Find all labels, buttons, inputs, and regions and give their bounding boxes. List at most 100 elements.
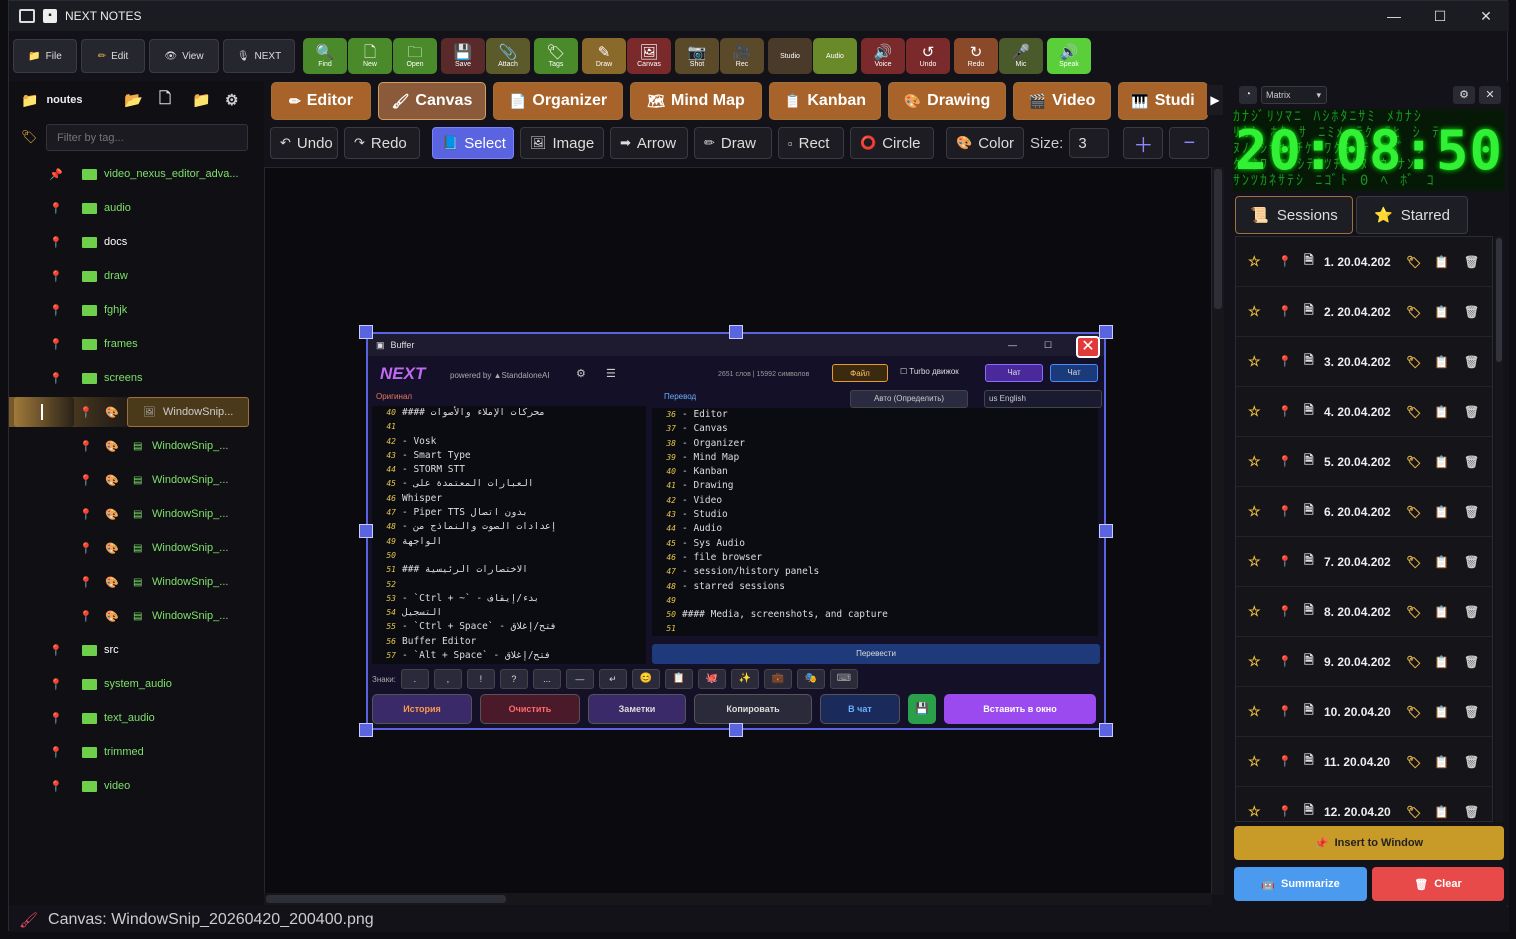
tag-icon[interactable]: 🏷 xyxy=(1406,405,1421,419)
tabs-scroll-right-icon[interactable]: ▶ xyxy=(1207,85,1223,115)
folder-item[interactable]: 📍 frames xyxy=(9,329,264,359)
toolbar-button-voice[interactable]: 🔊 Voice xyxy=(861,38,905,74)
pin-icon[interactable]: 📍 xyxy=(49,746,63,759)
tab-canvas[interactable]: 🖌 Canvas xyxy=(378,82,486,120)
tool-image[interactable]: 🖼 Image xyxy=(520,127,604,159)
canvas-vscrollbar[interactable] xyxy=(1212,167,1224,895)
tool-circle[interactable]: ⭕ Circle xyxy=(850,127,934,159)
toolbar-button-tags[interactable]: 🏷 Tags xyxy=(534,38,578,74)
trash-icon[interactable]: 🗑 xyxy=(1464,555,1479,569)
maximize-button[interactable]: ☐ xyxy=(1417,1,1463,31)
tool-color[interactable]: 🎨 Color xyxy=(946,127,1024,159)
clipboard-icon[interactable]: 📋 xyxy=(1434,655,1449,669)
clipboard-icon[interactable]: 📋 xyxy=(1434,305,1449,319)
pin-icon[interactable]: 📍 xyxy=(1278,505,1292,518)
pin-icon[interactable]: 📍 xyxy=(49,712,63,725)
toolbar-button-canvas[interactable]: 🖼 Canvas xyxy=(627,38,671,74)
clipboard-icon[interactable]: 📋 xyxy=(1434,505,1449,519)
open-folder-icon[interactable]: 📂 xyxy=(124,91,143,109)
toolbar-button-audio[interactable]: Audio xyxy=(813,38,857,74)
file-item[interactable]: 📍 🎨 ▤ WindowSnip_... xyxy=(9,431,264,461)
toolbar-button-shot[interactable]: 📷 Shot xyxy=(675,38,719,74)
new-folder-icon[interactable]: 📁 xyxy=(192,91,211,109)
pin-icon[interactable]: 📍 xyxy=(79,610,93,623)
file-item[interactable]: 📍 🎨 ▤ WindowSnip_... xyxy=(9,499,264,529)
tag-filter-input[interactable] xyxy=(46,124,248,151)
minimize-button[interactable]: — xyxy=(1371,1,1417,31)
resize-handle-t[interactable] xyxy=(729,325,743,339)
star-icon[interactable]: ☆ xyxy=(1248,253,1261,270)
clear-button[interactable]: 🗑 Clear xyxy=(1372,867,1504,901)
session-row[interactable]: ☆ 📍 🗎 1. 20.04.202 🏷 📋 🗑 xyxy=(1236,237,1492,287)
trash-icon[interactable]: 🗑 xyxy=(1464,655,1479,669)
folder-item[interactable]: 📍 docs xyxy=(9,227,264,257)
tag-icon[interactable]: 🏷 xyxy=(1406,755,1421,769)
tool-arrow[interactable]: ➡ Arrow xyxy=(610,127,688,159)
toolbar-button-new[interactable]: 🗋 New xyxy=(348,38,392,74)
clipboard-icon[interactable]: 📋 xyxy=(1434,605,1449,619)
folder-item[interactable]: 📍 text_audio xyxy=(9,703,264,733)
tab-sessions[interactable]: 📜 Sessions xyxy=(1235,196,1353,234)
toolbar-button-studio[interactable]: Studio xyxy=(768,38,812,74)
zoom-out-button[interactable]: − xyxy=(1169,127,1210,159)
tool-select[interactable]: 📘 Select xyxy=(432,127,514,159)
toolbar-button-open[interactable]: 🗀 Open xyxy=(393,38,437,74)
pin-icon[interactable]: 📍 xyxy=(49,270,63,283)
star-icon[interactable]: ☆ xyxy=(1248,403,1261,420)
toolbar-button-save[interactable]: 💾 Save xyxy=(441,38,485,74)
star-icon[interactable]: ☆ xyxy=(1248,553,1261,570)
pin-icon[interactable]: 📍 xyxy=(49,236,63,249)
toolbar-button-find[interactable]: 🔍 Find xyxy=(303,38,347,74)
tool-draw[interactable]: ✏ Draw xyxy=(694,127,772,159)
gear-icon[interactable]: ⚙ xyxy=(225,91,238,109)
tag-icon[interactable]: 🏷 xyxy=(1406,355,1421,369)
tag-icon[interactable]: 🏷 xyxy=(1406,555,1421,569)
pin-icon[interactable]: 📍 xyxy=(49,372,63,385)
panel-settings-icon[interactable]: ⚙ xyxy=(1453,86,1475,104)
session-row[interactable]: ☆ 📍 🗎 11. 20.04.20 🏷 📋 🗑 xyxy=(1236,737,1492,787)
theme-select[interactable]: Matrix ▾ xyxy=(1261,86,1327,104)
trash-icon[interactable]: 🗑 xyxy=(1464,505,1479,519)
pin-icon[interactable]: 📍 xyxy=(79,576,93,589)
tab-kanban[interactable]: 📋 Kanban xyxy=(769,82,881,120)
toolbar-button-rec[interactable]: 🎥 Rec xyxy=(720,38,764,74)
tab-editor[interactable]: ✏ Editor xyxy=(271,82,371,120)
file-item[interactable]: 📍 🎨 ▤ WindowSnip_... xyxy=(9,567,264,597)
resize-handle-r[interactable] xyxy=(1099,524,1113,538)
pin-icon[interactable]: 📍 xyxy=(79,440,93,453)
pin-icon[interactable]: 📍 xyxy=(1278,305,1292,318)
session-row[interactable]: ☆ 📍 🗎 5. 20.04.202 🏷 📋 🗑 xyxy=(1236,437,1492,487)
tab-drawing[interactable]: 🎨 Drawing xyxy=(888,82,1006,120)
pin-icon[interactable]: 📍 xyxy=(1278,605,1292,618)
size-spinbox[interactable]: 3 xyxy=(1069,128,1110,158)
vscroll-thumb[interactable] xyxy=(1214,169,1222,309)
star-icon[interactable]: ☆ xyxy=(1248,653,1261,670)
pin-icon[interactable]: 📍 xyxy=(79,508,93,521)
pin-icon[interactable]: 📍 xyxy=(49,202,63,215)
resize-handle-br[interactable] xyxy=(1099,723,1113,737)
folder-item[interactable]: 📍 trimmed xyxy=(9,737,264,767)
pin-icon[interactable]: 📍 xyxy=(79,474,93,487)
tool-redo[interactable]: ↷ Redo xyxy=(344,127,420,159)
trash-icon[interactable]: 🗑 xyxy=(1464,305,1479,319)
clipboard-icon[interactable]: 📋 xyxy=(1434,805,1449,819)
pin-icon[interactable]: 📍 xyxy=(49,304,63,317)
pin-icon[interactable]: 📍 xyxy=(1278,805,1292,818)
menu-view[interactable]: 👁 View xyxy=(149,39,219,73)
session-row[interactable]: ☆ 📍 🗎 3. 20.04.202 🏷 📋 🗑 xyxy=(1236,337,1492,387)
clipboard-icon[interactable]: 📋 xyxy=(1434,355,1449,369)
new-file-icon[interactable]: 🗋 xyxy=(159,88,171,113)
session-row[interactable]: ☆ 📍 🗎 2. 20.04.202 🏷 📋 🗑 xyxy=(1236,287,1492,337)
tag-icon[interactable]: 🏷 xyxy=(1406,655,1421,669)
toolbar-button-redo[interactable]: ↻ Redo xyxy=(954,38,998,74)
trash-icon[interactable]: 🗑 xyxy=(1464,605,1479,619)
folder-item[interactable]: 📍 video xyxy=(9,771,264,801)
pin-icon[interactable]: 📍 xyxy=(1278,755,1292,768)
pin-icon[interactable]: 📍 xyxy=(79,406,93,419)
trash-icon[interactable]: 🗑 xyxy=(1464,455,1479,469)
resize-handle-bl[interactable] xyxy=(359,723,373,737)
menu-next[interactable]: 🎙 NEXT xyxy=(223,39,295,73)
snip-close-icon[interactable]: ✕ xyxy=(1076,336,1100,358)
trash-icon[interactable]: 🗑 xyxy=(1464,355,1479,369)
star-icon[interactable]: ☆ xyxy=(1248,703,1261,720)
